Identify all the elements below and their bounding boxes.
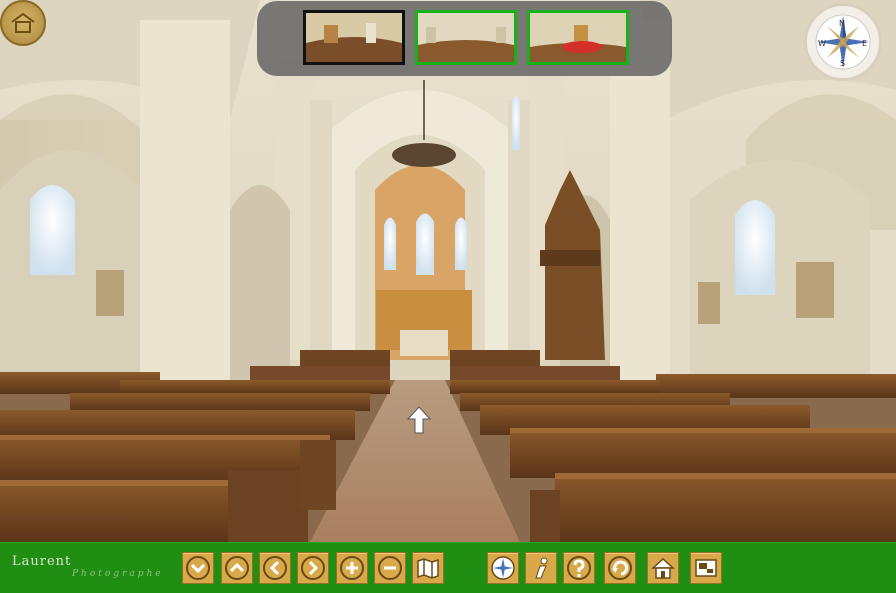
info-button[interactable]	[525, 552, 557, 584]
brand-watermark: Laurent Photographe	[10, 553, 161, 583]
scene-thumbnail-image	[306, 13, 402, 62]
brand-name: Laurent	[12, 554, 72, 569]
fullscreen-button[interactable]	[690, 552, 722, 584]
scene-thumbnail-2[interactable]	[415, 10, 517, 65]
compass-south-label: S	[840, 59, 846, 68]
scene-thumbnail-3[interactable]	[527, 10, 629, 65]
zoom-in-button[interactable]	[336, 552, 368, 584]
look-right-button[interactable]	[297, 552, 329, 584]
house-icon	[11, 12, 35, 33]
autorotate-button[interactable]	[604, 552, 636, 584]
bottom-toolbar: Laurent Photographe	[0, 542, 896, 593]
compass[interactable]: N S E W	[804, 3, 882, 81]
look-down-button[interactable]	[182, 552, 214, 584]
scene-thumbnail-1[interactable]	[303, 10, 405, 65]
forward-hotspot-arrow[interactable]	[406, 405, 432, 435]
chevron-up-icon	[225, 556, 249, 580]
scene-thumbnail-image	[418, 13, 514, 62]
plus-icon	[340, 556, 364, 580]
home-logo[interactable]	[0, 0, 46, 46]
question-icon	[567, 556, 591, 580]
chevron-right-icon	[301, 556, 325, 580]
map-icon	[417, 558, 439, 579]
look-left-button[interactable]	[259, 552, 291, 584]
minus-icon	[378, 556, 402, 580]
chevron-left-icon	[263, 556, 287, 580]
home-button[interactable]	[647, 552, 679, 584]
chevron-down-icon	[186, 556, 210, 580]
map-button[interactable]	[412, 552, 444, 584]
panorama-view[interactable]	[0, 0, 896, 542]
fullscreen-icon	[695, 559, 717, 577]
rotate-icon	[608, 556, 632, 580]
compass-north-label: N	[839, 19, 845, 28]
compass-icon	[491, 556, 515, 580]
zoom-out-button[interactable]	[374, 552, 406, 584]
help-button[interactable]	[563, 552, 595, 584]
compass-east-label: E	[862, 39, 868, 48]
look-up-button[interactable]	[221, 552, 253, 584]
brand-subtitle: Photographe	[72, 569, 164, 579]
church-interior-image	[0, 0, 896, 542]
scene-thumbnail-image	[530, 13, 626, 62]
compass-west-label: W	[818, 39, 826, 48]
info-icon	[535, 557, 548, 579]
scene-thumbnail-tray	[257, 1, 672, 76]
compass-button[interactable]	[487, 552, 519, 584]
house-icon	[651, 557, 675, 579]
arrow-up-icon	[406, 406, 432, 434]
